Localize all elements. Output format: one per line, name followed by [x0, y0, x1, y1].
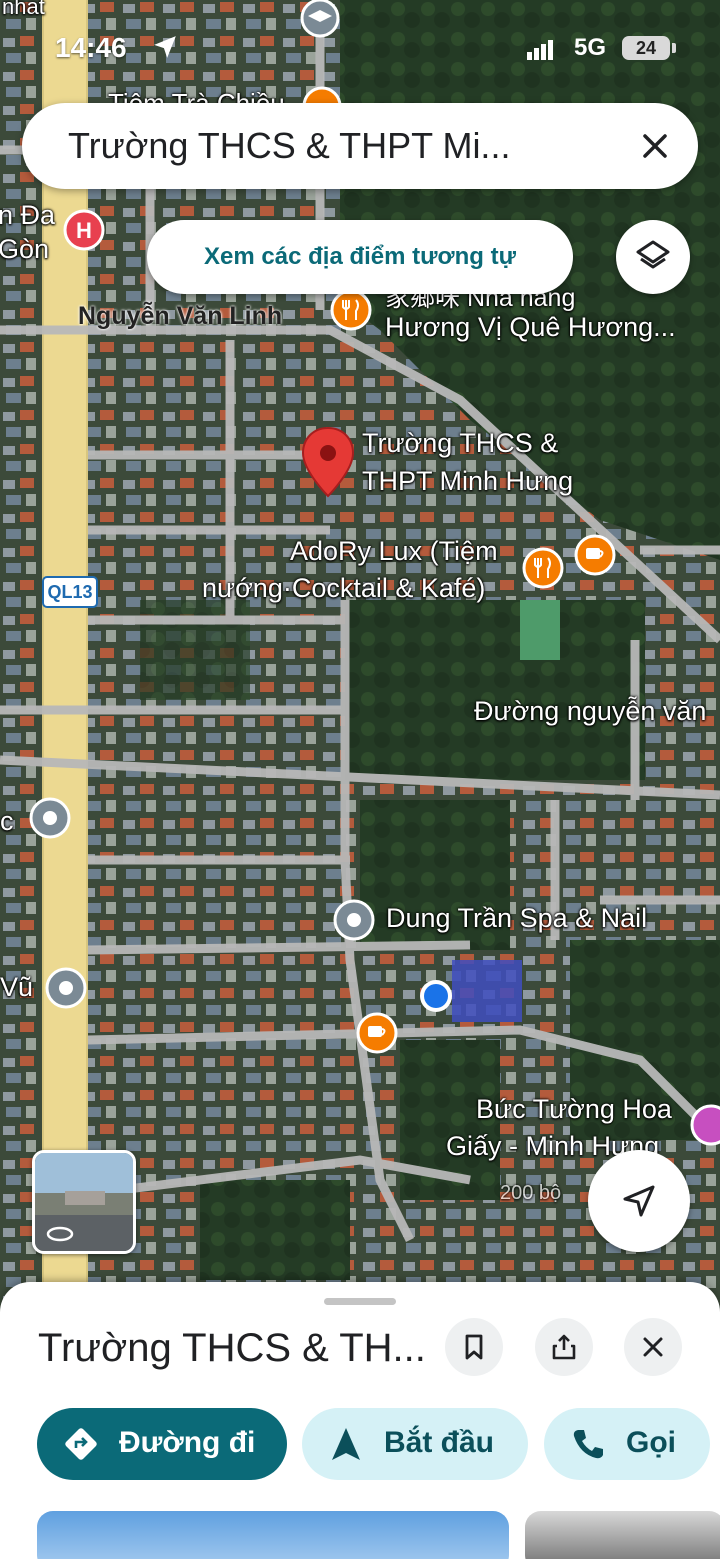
save-button[interactable]	[445, 1318, 503, 1376]
similar-places-button[interactable]: Xem các địa điểm tương tự	[147, 220, 573, 294]
start-button[interactable]: Bắt đầu	[302, 1408, 528, 1480]
start-label: Bắt đầu	[384, 1426, 495, 1459]
place-title: Trường THCS & TH...	[38, 1326, 426, 1370]
my-location-button[interactable]	[588, 1150, 690, 1252]
map-label-c: c	[0, 806, 14, 836]
battery-tip	[672, 43, 676, 53]
spa-poi-icon[interactable]	[330, 896, 378, 944]
svg-text:H: H	[76, 218, 92, 243]
sheet-grabber[interactable]	[324, 1298, 396, 1305]
spa-label[interactable]: Dung Trần Spa & Nail	[386, 903, 647, 934]
cafe-poi-icon[interactable]	[572, 532, 618, 578]
map-scale: 200 bộ	[500, 1182, 562, 1204]
school-label-line1[interactable]: Trường THCS &	[362, 428, 558, 459]
adory-label-line1[interactable]: AdoRy Lux (Tiệm	[290, 536, 498, 567]
map-label-nhat: nhat	[2, 0, 45, 19]
my-location-dot	[420, 980, 452, 1012]
hospital-poi-icon[interactable]: H	[60, 206, 108, 254]
map-label-hospital[interactable]: n Đa Gòn	[0, 198, 55, 266]
rotate-360-icon	[46, 1226, 74, 1242]
place-bottom-sheet[interactable]: Trường THCS & TH... Đường đi Bắt đầu Gọi	[0, 1282, 720, 1559]
selected-place-pin-icon[interactable]	[300, 426, 356, 498]
directions-icon	[65, 1428, 97, 1460]
share-button[interactable]	[535, 1318, 593, 1376]
network-type: 5G	[574, 34, 607, 61]
call-label: Gọi	[626, 1426, 676, 1459]
restaurant-poi-icon-adory[interactable]	[520, 545, 566, 591]
photo-poi-icon[interactable]	[688, 1102, 720, 1148]
share-icon	[552, 1334, 576, 1360]
restaurant-label-line2[interactable]: Hương Vị Quê Hương...	[385, 312, 676, 343]
search-query[interactable]: Trường THCS & THPT Mi...	[68, 125, 510, 167]
status-bar: 14:46 5G 24	[0, 28, 720, 72]
layers-icon	[636, 240, 670, 269]
map-label-vu: Vũ	[0, 972, 34, 1002]
close-sheet-button[interactable]	[624, 1318, 682, 1376]
bookmark-icon	[465, 1334, 483, 1360]
location-arrow-icon	[154, 36, 176, 58]
road-label-nguyen-van-linh: Nguyễn Văn Linh	[78, 302, 283, 330]
close-icon	[643, 1337, 663, 1357]
wall-label-line1[interactable]: Bức Tường Hoa	[476, 1094, 672, 1125]
layers-button[interactable]	[616, 220, 690, 294]
phone-icon	[573, 1430, 603, 1459]
navigation-arrow-icon	[623, 1185, 655, 1217]
place-photo-1[interactable]	[37, 1511, 509, 1559]
directions-label: Đường đi	[119, 1426, 256, 1459]
signal-icon	[527, 40, 553, 60]
directions-button[interactable]: Đường đi	[37, 1408, 287, 1480]
place-photo-2[interactable]	[525, 1511, 720, 1559]
place-poi-icon-vu[interactable]	[42, 964, 90, 1012]
call-button[interactable]: Gọi	[544, 1408, 710, 1480]
place-poi-icon-c[interactable]	[26, 794, 74, 842]
battery-icon: 24	[622, 36, 670, 60]
navigation-icon	[332, 1428, 360, 1460]
adory-label-line2[interactable]: nướng·Cocktail & Kafé)	[202, 573, 485, 604]
status-time: 14:46	[55, 32, 127, 63]
street-view-thumbnail[interactable]	[32, 1150, 136, 1254]
school-label-line2[interactable]: THPT Minh Hưng	[362, 466, 573, 497]
search-bar[interactable]: Trường THCS & THPT Mi...	[22, 103, 698, 189]
close-icon[interactable]	[632, 123, 678, 169]
road-badge-ql13: QL13	[42, 576, 98, 608]
road-label-nguyen-van: Đường nguyễn văn	[474, 696, 707, 726]
cafe-poi-icon-2[interactable]	[354, 1010, 400, 1056]
